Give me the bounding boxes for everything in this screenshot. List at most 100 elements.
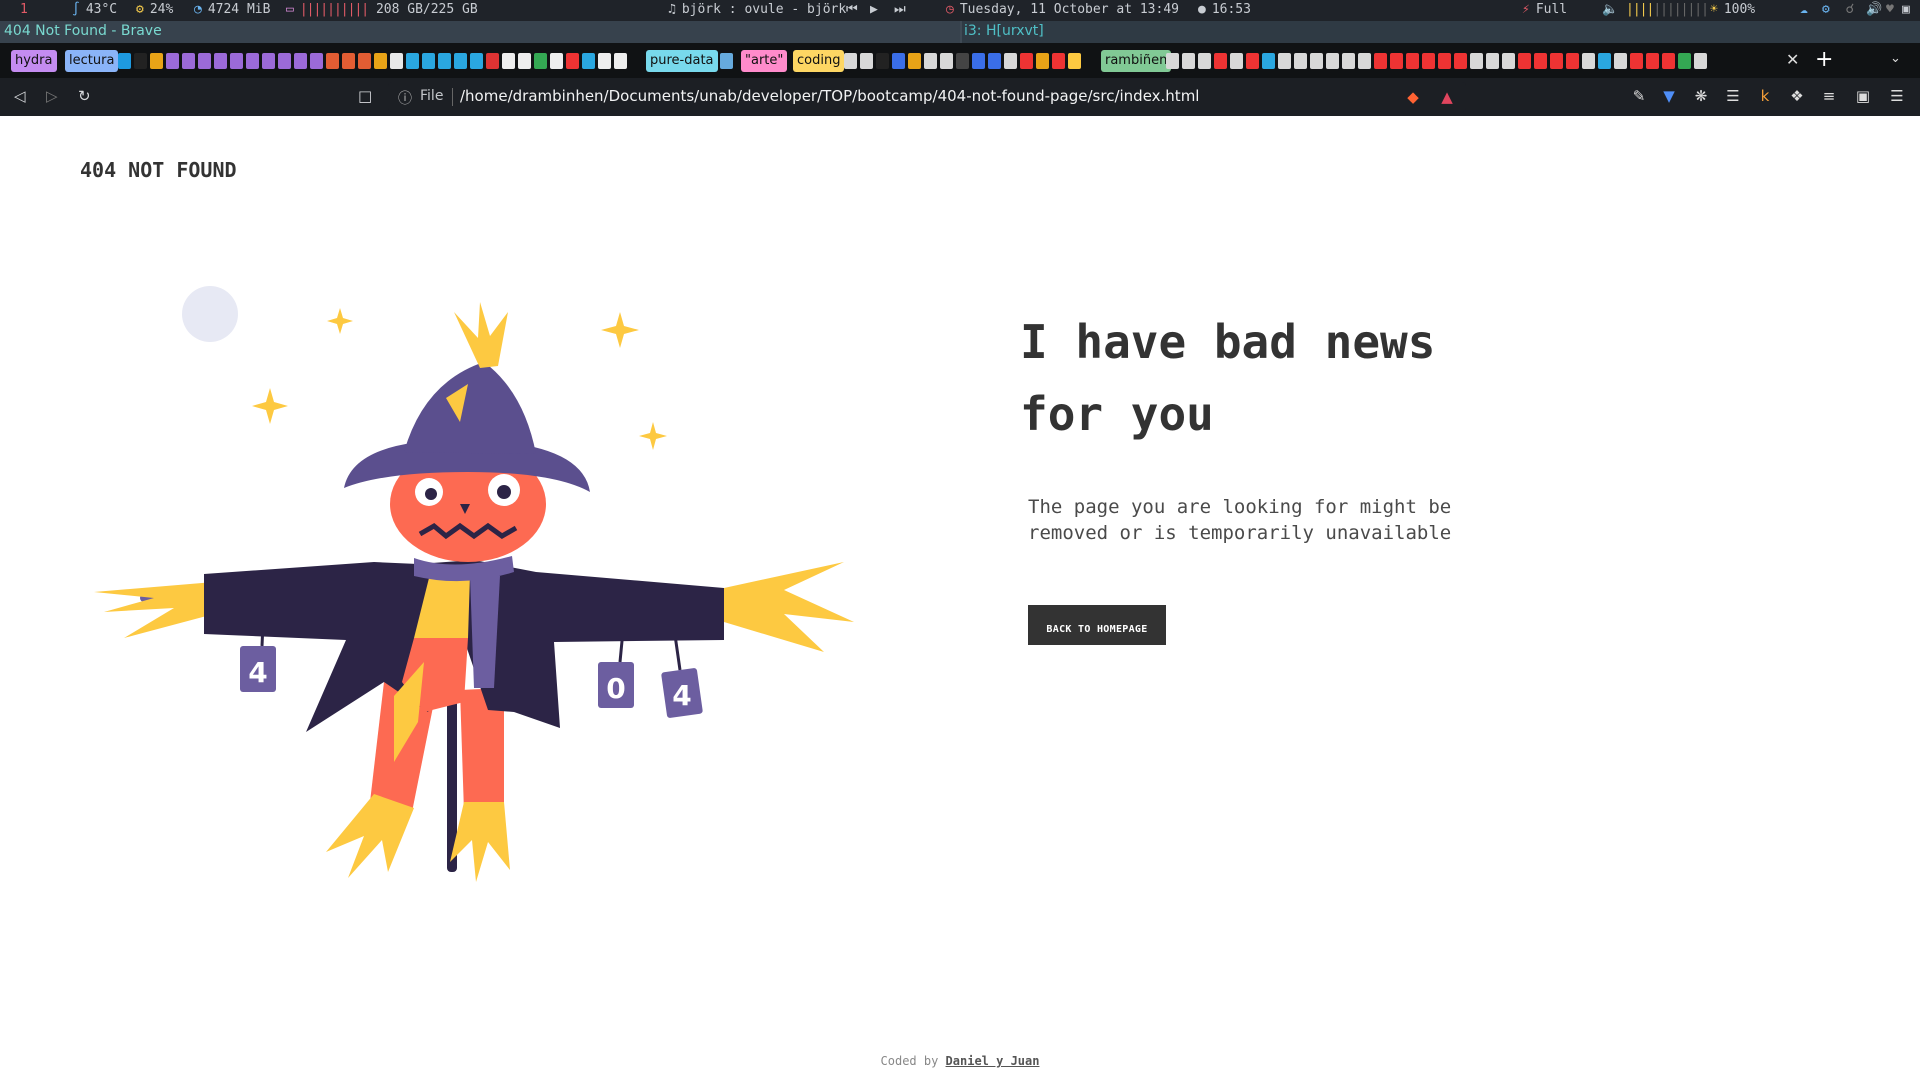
tab[interactable]: [486, 53, 499, 69]
tray-speaker-icon[interactable]: 🔊: [1866, 2, 1882, 17]
tab-group-lectura[interactable]: lectura: [65, 50, 119, 72]
play-icon[interactable]: ▶: [870, 2, 878, 17]
tab[interactable]: [230, 53, 243, 69]
tab-search-chevron-icon[interactable]: ⌄: [1890, 51, 1901, 66]
tab[interactable]: [550, 53, 563, 69]
reader-lines-icon[interactable]: ☰: [1724, 87, 1742, 105]
tab[interactable]: [1678, 53, 1691, 69]
tab[interactable]: [422, 53, 435, 69]
tab-group-arte[interactable]: "arte": [741, 50, 788, 72]
tab[interactable]: [1068, 53, 1081, 69]
tab[interactable]: [534, 53, 547, 69]
tab[interactable]: [518, 53, 531, 69]
tab[interactable]: [1406, 53, 1419, 69]
tab[interactable]: [310, 53, 323, 69]
tab[interactable]: [1470, 53, 1483, 69]
tab[interactable]: [1326, 53, 1339, 69]
tab[interactable]: [566, 53, 579, 69]
back-arrow-icon[interactable]: ◁: [14, 86, 26, 106]
volume-level-bar[interactable]: ||||||||||||: [1626, 2, 1709, 17]
tab[interactable]: [1582, 53, 1595, 69]
tab[interactable]: [1566, 53, 1579, 69]
tab[interactable]: [876, 53, 889, 69]
tab[interactable]: [358, 53, 371, 69]
address-bar[interactable]: ⓘ File /home/drambinhen/Documents/unab/d…: [388, 82, 1466, 112]
tab[interactable]: [972, 53, 985, 69]
tab[interactable]: [502, 53, 515, 69]
workspace-indicator[interactable]: 1: [20, 2, 28, 17]
active-window-title[interactable]: 404 Not Found - Brave: [0, 21, 960, 43]
tab[interactable]: [924, 53, 937, 69]
tab[interactable]: [1294, 53, 1307, 69]
tab[interactable]: [1438, 53, 1451, 69]
tab-group-coding[interactable]: coding: [793, 50, 845, 72]
wallet-icon[interactable]: ▣: [1854, 87, 1872, 105]
tab[interactable]: [1004, 53, 1017, 69]
playlist-icon[interactable]: ≡: [1820, 87, 1838, 105]
brave-shields-icon[interactable]: ◆: [1404, 88, 1422, 106]
close-tab-icon[interactable]: ✕: [1786, 50, 1799, 69]
tab[interactable]: [294, 53, 307, 69]
prev-track-icon[interactable]: ⏮: [846, 2, 858, 17]
puzzle-extensions-icon[interactable]: ❖: [1788, 87, 1806, 105]
tab[interactable]: [150, 53, 163, 69]
bookmark-icon[interactable]: □: [358, 86, 372, 106]
tab[interactable]: [844, 53, 857, 69]
tab[interactable]: [892, 53, 905, 69]
next-track-icon[interactable]: ⏭: [894, 2, 906, 17]
tab[interactable]: [614, 53, 627, 69]
tab[interactable]: [720, 53, 733, 69]
brave-rewards-icon[interactable]: ▲: [1438, 88, 1456, 106]
tab[interactable]: [166, 53, 179, 69]
tray-cloud-icon[interactable]: ☁: [1800, 2, 1808, 17]
forward-arrow-icon[interactable]: ▷: [46, 86, 58, 106]
tab[interactable]: [262, 53, 275, 69]
tab[interactable]: [908, 53, 921, 69]
info-icon[interactable]: ⓘ: [398, 88, 412, 108]
extension-shield-icon[interactable]: ▼: [1660, 87, 1678, 105]
tab[interactable]: [1214, 53, 1227, 69]
tab[interactable]: [326, 53, 339, 69]
tray-search-icon[interactable]: ☌: [1846, 2, 1854, 17]
tab[interactable]: [1230, 53, 1243, 69]
tab[interactable]: [1166, 53, 1179, 69]
tab[interactable]: [246, 53, 259, 69]
tab[interactable]: [214, 53, 227, 69]
tab[interactable]: [1390, 53, 1403, 69]
tab[interactable]: [1052, 53, 1065, 69]
tab[interactable]: [1182, 53, 1195, 69]
tab[interactable]: [1020, 53, 1033, 69]
tab-group-hydra[interactable]: hydra: [11, 50, 57, 72]
tab[interactable]: [1422, 53, 1435, 69]
tab[interactable]: [1342, 53, 1355, 69]
tab[interactable]: [438, 53, 451, 69]
tab[interactable]: [406, 53, 419, 69]
tab[interactable]: [988, 53, 1001, 69]
extension-k-icon[interactable]: k: [1756, 87, 1774, 105]
tab[interactable]: [860, 53, 873, 69]
tab[interactable]: [1036, 53, 1049, 69]
tab[interactable]: [342, 53, 355, 69]
tab[interactable]: [182, 53, 195, 69]
tray-window-icon[interactable]: ▣: [1902, 2, 1910, 17]
tab[interactable]: [1518, 53, 1531, 69]
tab[interactable]: [1262, 53, 1275, 69]
tab-group-rambinen[interactable]: rambiñen: [1101, 50, 1172, 72]
tab[interactable]: [1614, 53, 1627, 69]
tab[interactable]: [940, 53, 953, 69]
tab[interactable]: [1246, 53, 1259, 69]
tab[interactable]: [118, 53, 131, 69]
tab[interactable]: [1454, 53, 1467, 69]
new-tab-plus-icon[interactable]: +: [1815, 48, 1833, 72]
tab[interactable]: [278, 53, 291, 69]
pen-icon[interactable]: ✎: [1630, 87, 1648, 105]
inactive-window-title[interactable]: i3: H[urxvt]: [962, 21, 1920, 43]
tab[interactable]: [1598, 53, 1611, 69]
tab[interactable]: [390, 53, 403, 69]
tab[interactable]: [374, 53, 387, 69]
tray-settings-icon[interactable]: ⚙: [1822, 2, 1830, 17]
tab[interactable]: [1630, 53, 1643, 69]
tab[interactable]: [1662, 53, 1675, 69]
footer-author-link[interactable]: Daniel y Juan: [946, 1054, 1040, 1068]
tab[interactable]: [198, 53, 211, 69]
